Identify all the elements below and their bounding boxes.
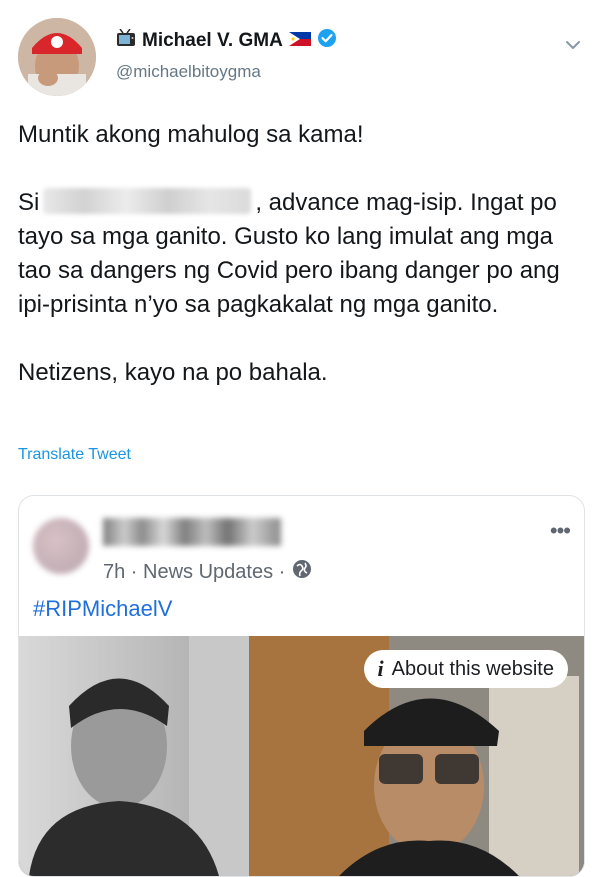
info-icon: i xyxy=(377,656,384,681)
embedded-post-meta-text: 7h · News Updates · xyxy=(103,560,286,583)
embedded-post-avatar xyxy=(33,518,89,574)
tv-emoji-icon xyxy=(116,28,136,53)
tweet-line-3: Netizens, kayo na po bahala. xyxy=(18,359,328,386)
tweet-paragraph-2: Si, advance mag-isip. Ingat po tayo sa m… xyxy=(18,186,583,322)
verified-badge-icon xyxy=(317,28,337,54)
chevron-down-icon[interactable] xyxy=(562,34,584,56)
tweet-para2-prefix: Si xyxy=(18,189,40,216)
redacted-name xyxy=(43,188,252,214)
more-horizontal-icon[interactable]: ••• xyxy=(550,518,571,544)
about-this-website-label: About this website xyxy=(391,657,554,680)
embedded-post-meta: 7h · News Updates · xyxy=(103,558,313,586)
author-block: Michael V. GMA @michaelbitoygma xyxy=(116,28,337,82)
translate-tweet-link[interactable]: Translate Tweet xyxy=(18,446,131,464)
author-display-name[interactable]: Michael V. GMA xyxy=(142,30,283,52)
tweet-line-1: Muntik akong mahulog sa kama! xyxy=(18,121,364,148)
embedded-post-card[interactable]: 7h · News Updates · ••• #RIPMichaelV i A… xyxy=(18,495,585,877)
philippines-flag-icon xyxy=(288,30,311,52)
embedded-post-hashtag[interactable]: #RIPMichaelV xyxy=(33,596,172,622)
about-this-website-button[interactable]: i About this website xyxy=(363,650,568,688)
embedded-post-image: i About this website xyxy=(19,636,584,876)
embedded-post-author-redacted xyxy=(103,518,281,546)
tweet-text: Muntik akong mahulog sa kama! Si, advanc… xyxy=(18,118,583,424)
author-handle[interactable]: @michaelbitoygma xyxy=(116,62,337,82)
globe-icon xyxy=(291,558,313,586)
author-avatar[interactable] xyxy=(18,18,96,96)
